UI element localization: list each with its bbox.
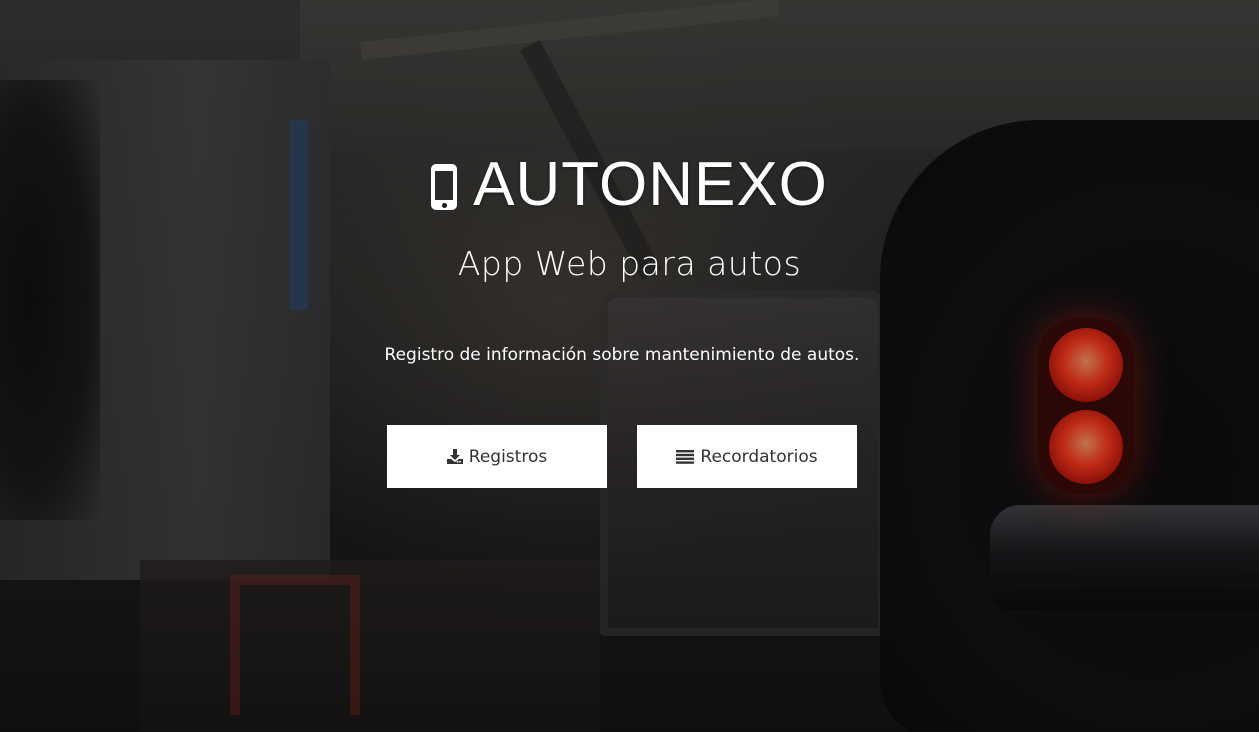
list-icon: [676, 449, 695, 464]
download-icon: [446, 449, 463, 464]
recordatorios-button-label: Recordatorios: [700, 446, 818, 467]
hero-section: AUTONEXO App Web para autos Registro de …: [0, 0, 1259, 732]
app-subtitle: App Web para autos: [457, 244, 802, 283]
mobile-phone-icon: [431, 164, 458, 210]
recordatorios-button[interactable]: Recordatorios: [637, 425, 857, 488]
registros-button-label: Registros: [468, 446, 548, 467]
registros-button[interactable]: Registros: [387, 425, 607, 488]
app-title: AUTONEXO: [473, 150, 828, 219]
app-title-row: AUTONEXO: [0, 152, 1259, 218]
app-description: Registro de información sobre mantenimie…: [384, 345, 860, 365]
hero-content: AUTONEXO App Web para autos Registro de …: [0, 0, 1259, 732]
